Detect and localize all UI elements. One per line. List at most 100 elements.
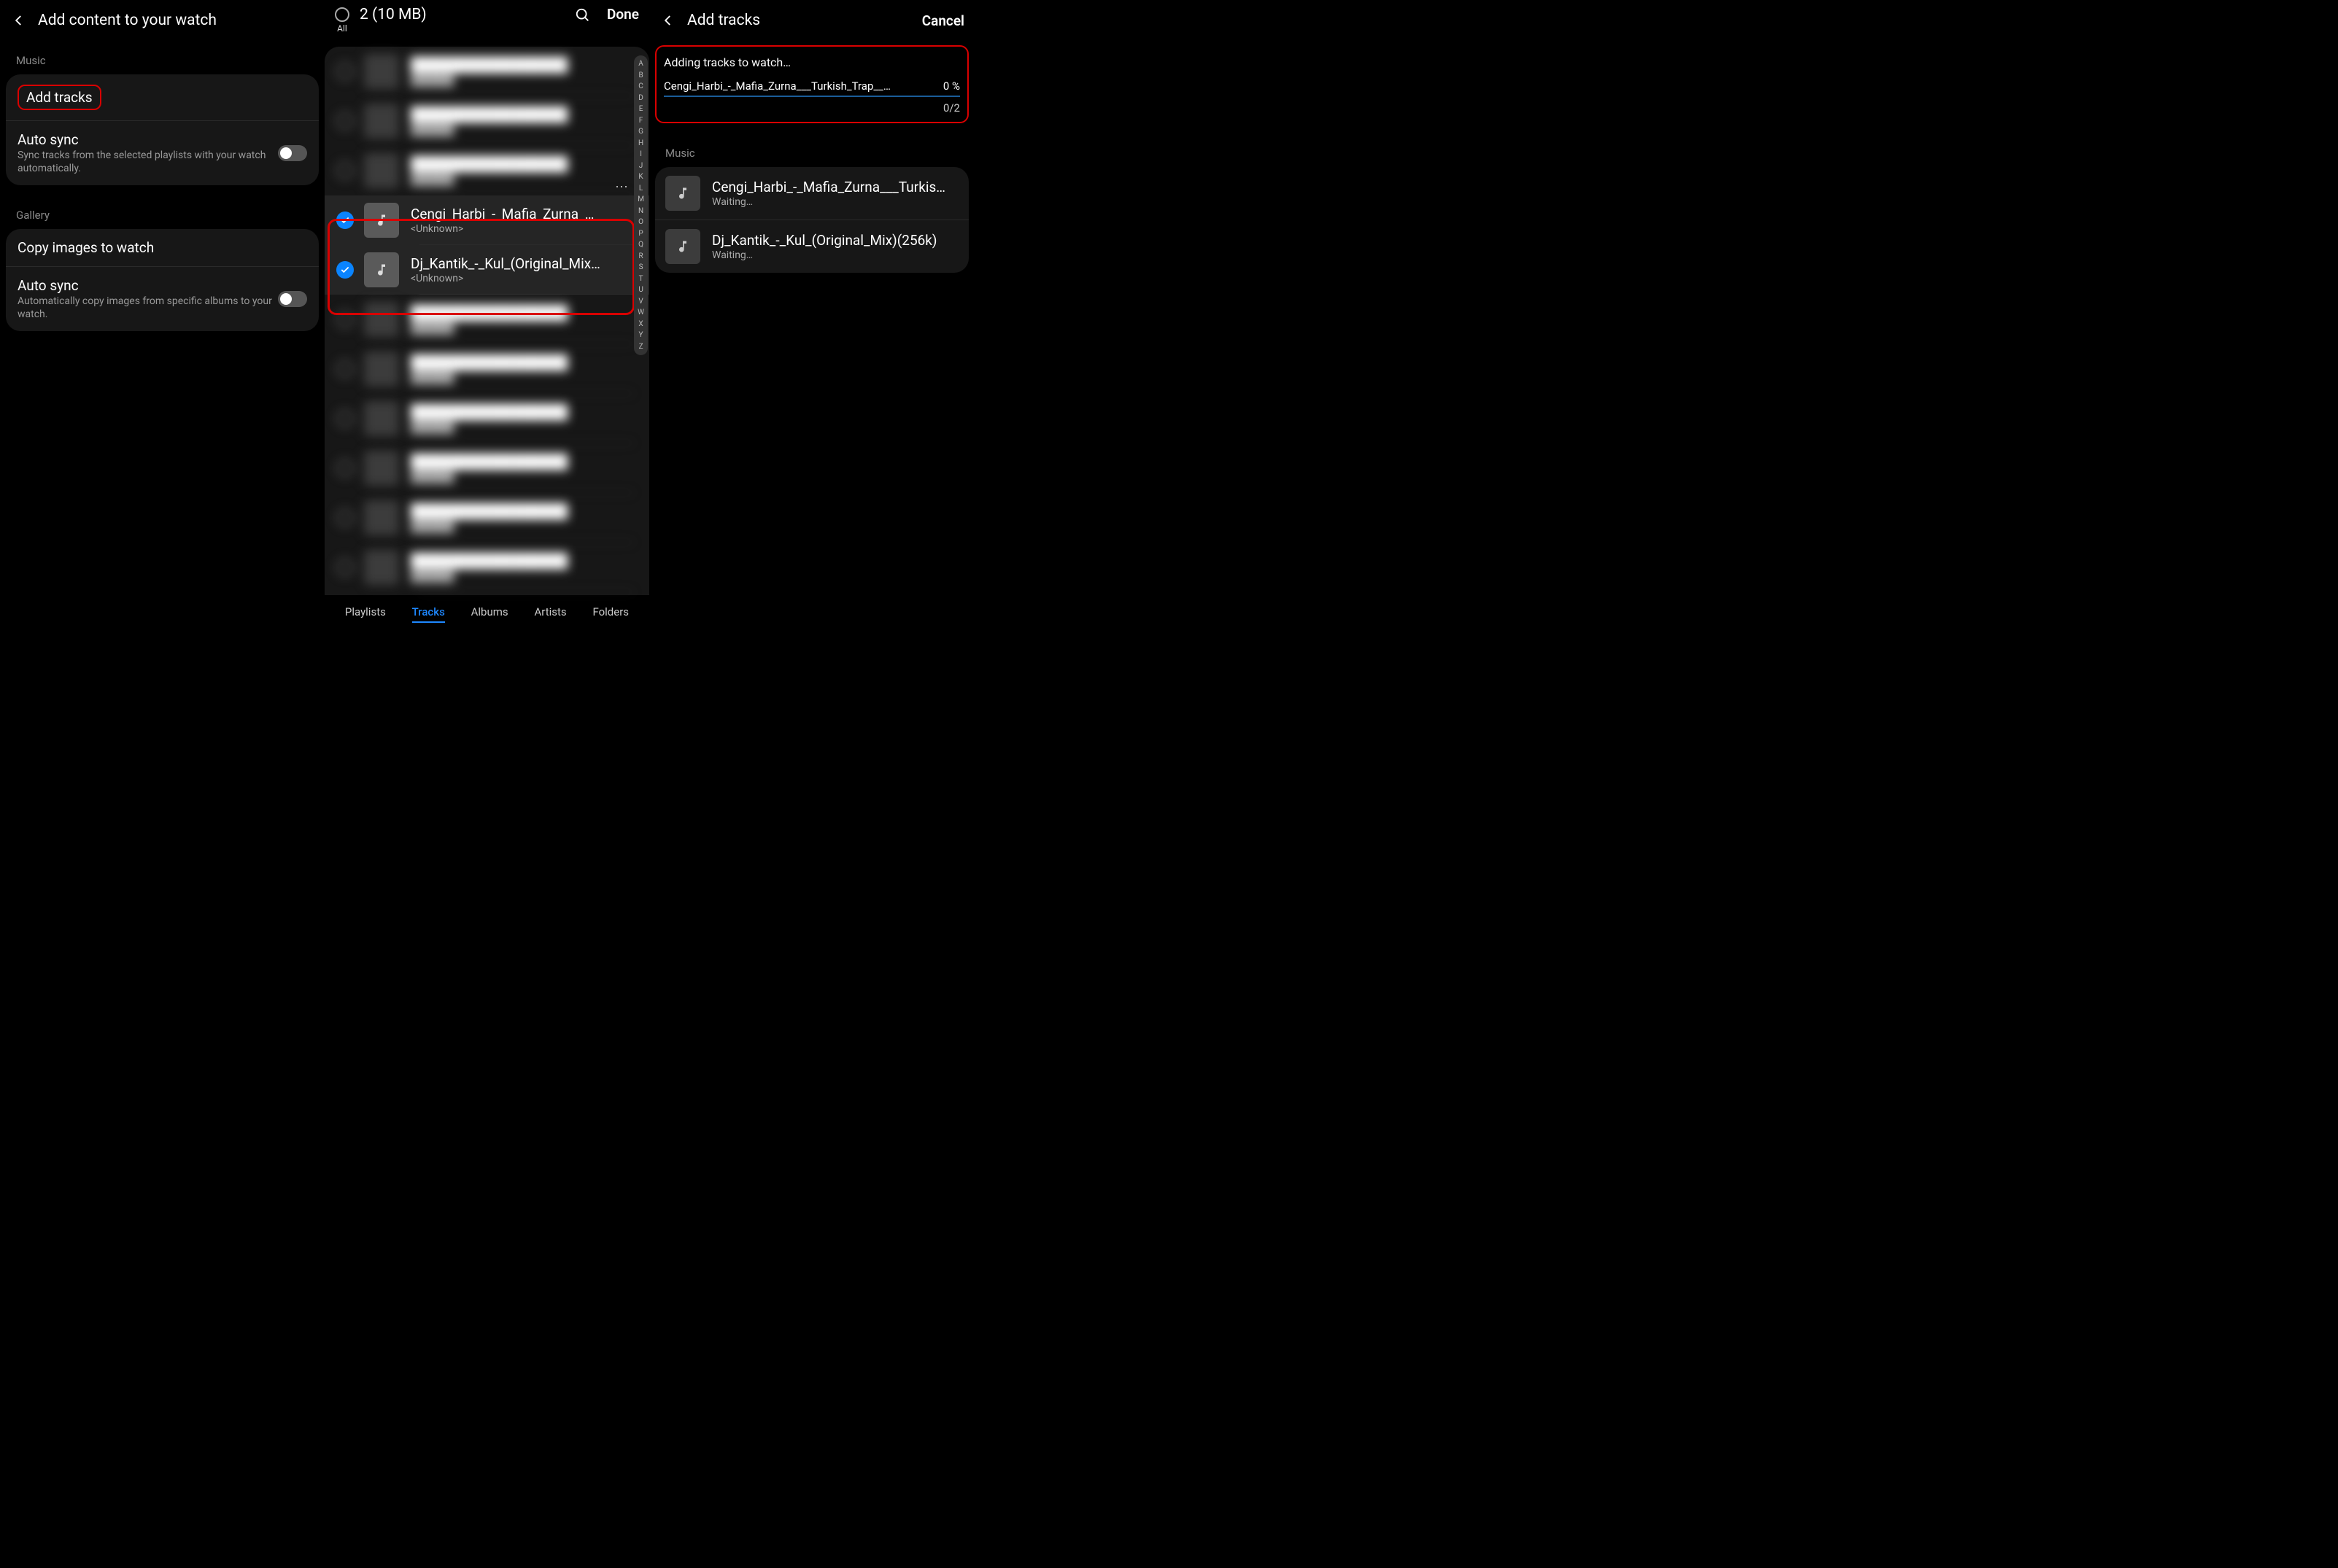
music-note-icon	[364, 203, 399, 238]
tab-folders[interactable]: Folders	[592, 605, 629, 623]
alpha-letter[interactable]: O	[635, 217, 646, 228]
auto-sync-music-toggle[interactable]	[278, 145, 307, 161]
queue-row[interactable]: Dj_Kantik_-_Kul_(Original_Mix)(256k) Wai…	[655, 220, 969, 273]
alpha-letter[interactable]: X	[635, 319, 646, 330]
track-title: Dj_Kantik_-_Kul_(Original_Mix…	[411, 255, 630, 272]
music-note-icon	[364, 252, 399, 287]
copy-images-row[interactable]: Copy images to watch	[6, 229, 319, 266]
tab-playlists[interactable]: Playlists	[345, 605, 386, 623]
track-title: Cengi_Harbi_-_Mafia_Zurna_…	[411, 206, 630, 222]
auto-sync-gallery-row[interactable]: Auto sync Automatically copy images from…	[6, 266, 319, 331]
auto-sync-music-title: Auto sync	[18, 131, 278, 148]
track-list: ██████████████████████ █████████████████…	[325, 47, 649, 595]
track-thumb	[364, 104, 399, 139]
track-checkbox[interactable]	[336, 509, 354, 527]
alpha-letter[interactable]: U	[635, 284, 646, 296]
track-checkbox[interactable]	[336, 162, 354, 179]
back-icon[interactable]	[659, 12, 677, 29]
track-checkbox[interactable]	[336, 112, 354, 130]
progress-filename: Cengi_Harbi_-_Mafia_Zurna___Turkish_Trap…	[664, 79, 943, 93]
done-button[interactable]: Done	[607, 6, 639, 23]
track-artist: <Unknown>	[411, 223, 630, 235]
select-all-label: All	[337, 23, 347, 34]
alpha-letter[interactable]: D	[635, 93, 646, 104]
track-artist: <Unknown>	[411, 273, 630, 284]
selection-header: All 2 (10 MB) Done	[325, 0, 649, 44]
search-icon[interactable]	[575, 7, 591, 23]
alpha-letter[interactable]: S	[635, 262, 646, 273]
tab-artists[interactable]: Artists	[534, 605, 566, 623]
section-music-label: Music	[0, 41, 325, 74]
alpha-letter[interactable]: Z	[635, 341, 646, 353]
track-row[interactable]: ██████████████████████	[325, 47, 649, 96]
track-row[interactable]: ██████████████████████	[325, 344, 649, 394]
alpha-letter[interactable]: B	[635, 70, 646, 82]
track-checkbox[interactable]	[336, 360, 354, 378]
music-note-icon	[665, 176, 700, 211]
music-note-icon	[665, 229, 700, 264]
auto-sync-music-row[interactable]: Auto sync Sync tracks from the selected …	[6, 120, 319, 185]
track-checkbox[interactable]	[336, 410, 354, 427]
track-row[interactable]: ██████████████████████	[325, 394, 649, 443]
track-checkbox[interactable]	[336, 261, 354, 279]
track-checkbox[interactable]	[336, 559, 354, 576]
track-row[interactable]: ██████████████████████	[325, 543, 649, 592]
tab-albums[interactable]: Albums	[471, 605, 508, 623]
track-checkbox[interactable]	[336, 459, 354, 477]
select-all-circle-icon	[335, 7, 349, 22]
auto-sync-gallery-desc: Automatically copy images from specific …	[18, 295, 278, 321]
section-music-label: Music	[649, 133, 975, 167]
alpha-letter[interactable]: C	[635, 81, 646, 93]
alpha-letter[interactable]: H	[635, 138, 646, 150]
alpha-index[interactable]: ABCDEFGHIJKLMNOPQRSTUVWXYZ	[634, 55, 648, 355]
auto-sync-gallery-toggle[interactable]	[278, 291, 307, 307]
alpha-letter[interactable]: P	[635, 228, 646, 240]
alpha-letter[interactable]: V	[635, 296, 646, 308]
track-thumb	[364, 451, 399, 486]
progress-card: Adding tracks to watch… Cengi_Harbi_-_Ma…	[655, 45, 969, 123]
alpha-letter[interactable]: Y	[635, 330, 646, 341]
track-row[interactable]: ██████████████████████	[325, 443, 649, 493]
queue-row[interactable]: Cengi_Harbi_-_Mafia_Zurna___Turkis… Wait…	[655, 167, 969, 220]
track-row[interactable]: ██████████████████████	[325, 295, 649, 344]
alpha-letter[interactable]: Q	[635, 239, 646, 251]
track-row[interactable]: Dj_Kantik_-_Kul_(Original_Mix… <Unknown>	[325, 245, 649, 295]
alpha-letter[interactable]: F	[635, 115, 646, 127]
alpha-letter[interactable]: G	[635, 126, 646, 138]
track-row[interactable]: ██████████████████████	[325, 146, 649, 195]
track-checkbox[interactable]	[336, 63, 354, 80]
alpha-letter[interactable]: K	[635, 171, 646, 183]
back-icon[interactable]	[10, 12, 28, 29]
add-tracks-row[interactable]: Add tracks	[6, 74, 319, 120]
track-row[interactable]: Cengi_Harbi_-_Mafia_Zurna_… <Unknown>	[325, 195, 649, 245]
alpha-letter[interactable]: N	[635, 206, 646, 217]
alpha-letter[interactable]: J	[635, 160, 646, 172]
tab-tracks[interactable]: Tracks	[412, 605, 445, 623]
track-thumb	[364, 401, 399, 436]
copy-images-label: Copy images to watch	[18, 239, 307, 256]
queue-title: Dj_Kantik_-_Kul_(Original_Mix)(256k)	[712, 232, 959, 249]
alpha-letter[interactable]: R	[635, 251, 646, 263]
track-checkbox[interactable]	[336, 211, 354, 229]
track-thumb	[364, 153, 399, 188]
header: Add tracks Cancel	[649, 0, 975, 41]
track-row[interactable]: ██████████████████████	[325, 96, 649, 146]
progress-bar	[664, 96, 960, 97]
alpha-letter[interactable]: M	[635, 194, 646, 206]
queue-card: Cengi_Harbi_-_Mafia_Zurna___Turkis… Wait…	[655, 167, 969, 273]
track-checkbox[interactable]	[336, 311, 354, 328]
select-all[interactable]: All	[335, 4, 349, 34]
alpha-letter[interactable]: A	[635, 58, 646, 70]
alpha-letter[interactable]: I	[635, 149, 646, 160]
alpha-letter[interactable]: W	[635, 307, 646, 319]
alpha-letter[interactable]: T	[635, 273, 646, 285]
music-card: Add tracks Auto sync Sync tracks from th…	[6, 74, 319, 185]
cancel-button[interactable]: Cancel	[922, 12, 964, 29]
auto-sync-gallery-title: Auto sync	[18, 277, 278, 294]
alpha-letter[interactable]: E	[635, 104, 646, 115]
more-icon[interactable]: ⋯	[615, 179, 629, 195]
alpha-letter[interactable]: L	[635, 183, 646, 195]
track-row[interactable]: ██████████████████████	[325, 493, 649, 543]
track-thumb	[364, 550, 399, 585]
track-thumb	[364, 500, 399, 535]
